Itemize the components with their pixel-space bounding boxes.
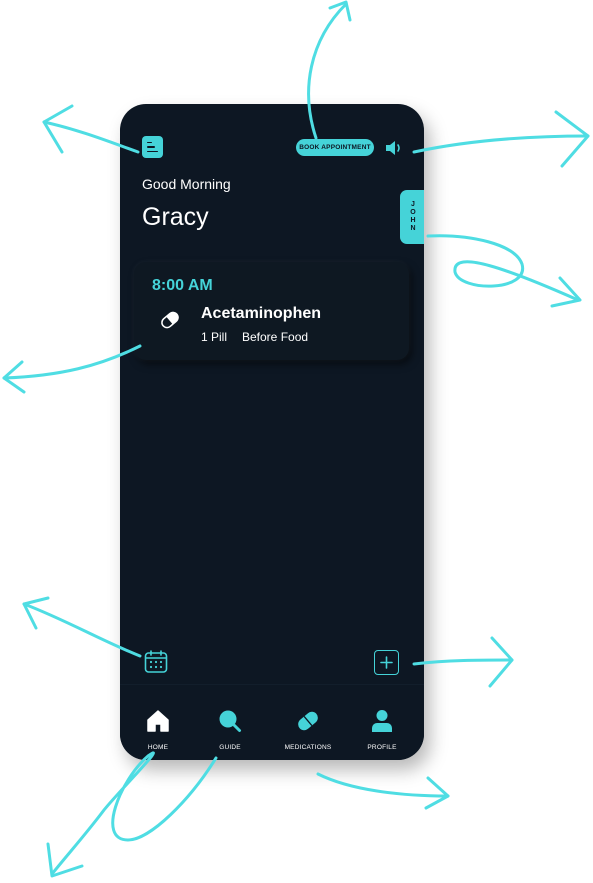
speaker-icon[interactable] — [384, 140, 404, 156]
calendar-icon[interactable] — [144, 650, 168, 674]
arrow-add-right — [412, 658, 514, 666]
arrow-meds-down — [316, 772, 450, 798]
greeting-text: Good Morning — [142, 176, 231, 192]
home-icon — [147, 710, 169, 732]
medication-timing: Before Food — [242, 330, 309, 344]
medication-time: 8:00 AM — [152, 277, 213, 294]
add-medication-button[interactable] — [374, 650, 399, 675]
arrow-guide-down — [50, 751, 218, 876]
nav-label-guide: GUIDE — [219, 744, 241, 751]
nav-item-guide[interactable]: GUIDE — [192, 685, 268, 760]
mockup-stage: BOOK APPOINTMENT Good Morning Gracy JOHN… — [0, 0, 593, 883]
medication-name: Acetaminophen — [201, 305, 322, 322]
book-appointment-button[interactable]: BOOK APPOINTMENT — [296, 139, 374, 156]
arrow-tab-right — [426, 234, 580, 302]
pill-icon — [298, 711, 318, 731]
profile-switch-tab[interactable]: JOHN — [400, 190, 424, 244]
nav-item-medications[interactable]: MEDICATIONS — [270, 685, 346, 760]
user-name: Gracy — [142, 203, 209, 231]
profile-switch-label: JOHN — [409, 201, 417, 233]
nav-item-home[interactable]: HOME — [120, 685, 196, 760]
menu-icon[interactable] — [142, 136, 163, 158]
search-icon — [219, 710, 241, 732]
arrow-speaker-right — [412, 134, 590, 154]
phone-screen: BOOK APPOINTMENT Good Morning Gracy JOHN… — [120, 104, 424, 760]
nav-label-medications: MEDICATIONS — [284, 744, 332, 751]
nav-item-profile[interactable]: PROFILE — [344, 685, 420, 760]
plus-icon — [380, 656, 393, 669]
medication-dose: 1 Pill — [201, 330, 228, 344]
medication-card[interactable]: 8:00 AM Acetaminophen 1 Pill Before Food — [134, 262, 409, 360]
bottom-navigation: HOME GUIDE MEDICATIONS PROFILE — [120, 684, 424, 760]
nav-label-home: HOME — [147, 744, 169, 751]
pill-icon — [161, 311, 179, 329]
nav-label-profile: PROFILE — [367, 744, 397, 751]
user-icon — [372, 710, 392, 732]
